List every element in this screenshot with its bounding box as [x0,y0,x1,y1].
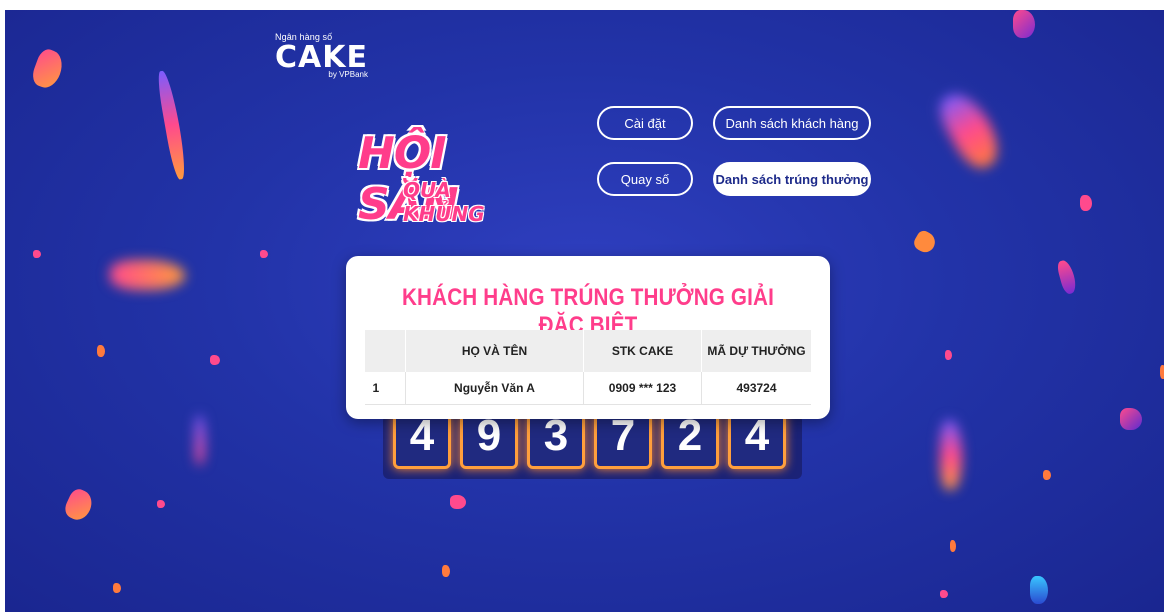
settings-button[interactable]: Cài đặt [597,106,693,140]
confetti-decoration [155,69,189,181]
cell-name: Nguyễn Văn A [405,372,584,405]
digit-slot: 7 [594,411,652,469]
draw-stage: Ngân hàng số CAKE by VPBank HỘI SĂN QUÀ … [5,10,1164,612]
logo-name: CAKE [275,40,368,75]
cell-index: 1 [364,372,406,405]
confetti-decoration [1160,365,1164,379]
winner-table: HỌ VÀ TÊN STK CAKE MÃ DỰ THƯỞNG 1 Nguyễn… [364,330,811,405]
winner-list-button[interactable]: Danh sách trúng thưởng [713,162,871,196]
confetti-decoration [950,540,956,552]
confetti-decoration [61,486,97,524]
confetti-decoration [97,345,105,357]
confetti-decoration [1013,10,1035,38]
confetti-decoration [33,250,41,258]
confetti-decoration [940,420,962,490]
digit-slot: 2 [661,411,719,469]
digit-slot: 4 [728,411,786,469]
confetti-decoration [1120,408,1142,430]
confetti-decoration [110,260,185,290]
digit-slot: 4 [393,411,451,469]
cell-account: 0909 *** 123 [583,372,702,405]
confetti-decoration [1080,195,1092,211]
confetti-decoration [450,495,466,509]
confetti-decoration [29,46,67,92]
confetti-decoration [157,500,165,508]
campaign-logo-line2: QUÀ KHỦNG [403,178,485,226]
draw-button[interactable]: Quay số [597,162,693,196]
confetti-decoration [1043,470,1051,480]
column-header-code: MÃ DỰ THƯỞNG [701,330,811,372]
confetti-decoration [932,85,1008,175]
confetti-decoration [210,355,220,365]
campaign-logo: HỘI SĂN QUÀ KHỦNG [358,128,538,230]
digit-slot: 9 [460,411,518,469]
column-header-index [364,330,406,372]
confetti-decoration [195,415,205,465]
cell-code: 493724 [701,372,811,405]
confetti-decoration [260,250,268,258]
customer-list-button[interactable]: Danh sách khách hàng [713,106,871,140]
table-header-row: HỌ VÀ TÊN STK CAKE MÃ DỰ THƯỞNG [364,330,811,372]
confetti-decoration [1055,258,1079,296]
confetti-decoration [442,565,450,577]
confetti-decoration [1030,576,1048,604]
confetti-decoration [113,583,121,593]
cake-logo: Ngân hàng số CAKE by VPBank [275,32,368,79]
digit-board: 4 9 3 7 2 4 [383,411,802,479]
winner-card: KHÁCH HÀNG TRÚNG THƯỞNG GIẢI ĐẶC BIỆT HỌ… [346,256,830,419]
column-header-name: HỌ VÀ TÊN [405,330,584,372]
confetti-decoration [940,590,948,598]
confetti-decoration [945,350,952,360]
confetti-decoration [911,228,939,256]
table-row: 1 Nguyễn Văn A 0909 *** 123 493724 [364,372,811,405]
column-header-account: STK CAKE [583,330,702,372]
digit-slot: 3 [527,411,585,469]
